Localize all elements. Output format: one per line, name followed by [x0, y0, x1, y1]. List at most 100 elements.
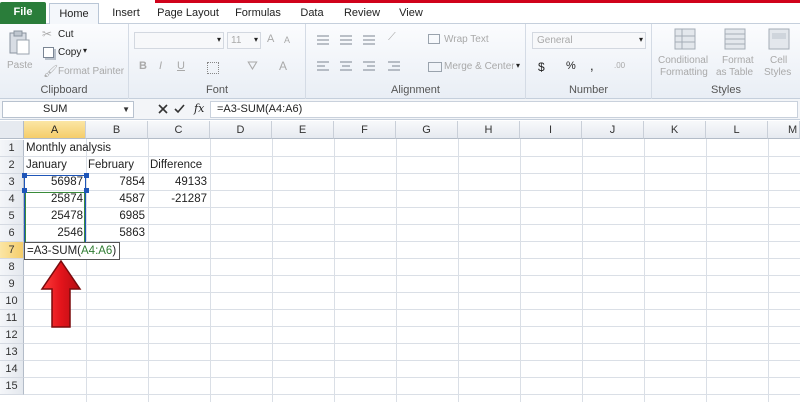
- cell-b5[interactable]: 6985: [86, 208, 148, 225]
- column-header-g[interactable]: G: [396, 121, 458, 139]
- row-header-15[interactable]: 15: [0, 378, 24, 395]
- column-header-c[interactable]: C: [148, 121, 210, 139]
- copy-label: Copy: [58, 47, 82, 58]
- tab-page-layout[interactable]: Page Layout: [153, 3, 223, 24]
- cell-b4[interactable]: 4587: [86, 191, 148, 208]
- row-header-7[interactable]: 7: [0, 242, 24, 259]
- format-painter-button[interactable]: 🖌 Format Painter: [42, 64, 126, 80]
- grow-font-button[interactable]: A: [267, 33, 274, 45]
- font-family-select[interactable]: ▾: [134, 32, 224, 49]
- tab-formulas[interactable]: Formulas: [230, 3, 286, 24]
- currency-button[interactable]: $: [538, 60, 545, 74]
- column-header-b[interactable]: B: [86, 121, 148, 139]
- cell-a2[interactable]: January: [24, 157, 86, 174]
- tab-home[interactable]: Home: [49, 3, 99, 25]
- orientation-icon[interactable]: ⟋: [388, 31, 396, 44]
- font-group: ▾ 11 ▾ A A B I U ⛛ A Font: [129, 24, 306, 99]
- cancel-icon[interactable]: [158, 104, 168, 114]
- row-header-5[interactable]: 5: [0, 208, 24, 225]
- tab-data[interactable]: Data: [295, 3, 329, 24]
- conditional-formatting-button[interactable]: Conditional Formatting: [656, 26, 712, 84]
- paste-button[interactable]: Paste: [4, 28, 34, 76]
- merge-center-button[interactable]: Merge & Center: [444, 61, 515, 72]
- format-as-table-button[interactable]: Format as Table: [714, 26, 758, 84]
- range-handle[interactable]: [84, 173, 89, 178]
- worksheet-grid[interactable]: A B C D E F G H I J K L M 1 2 3 4 5 6 7 …: [0, 121, 800, 402]
- column-header-a[interactable]: A: [24, 121, 86, 139]
- column-header-e[interactable]: E: [272, 121, 334, 139]
- wrap-text-button[interactable]: Wrap Text: [444, 34, 489, 45]
- column-header-m[interactable]: M: [768, 121, 800, 139]
- number-format-select[interactable]: General ▾: [532, 32, 646, 49]
- borders-icon[interactable]: [207, 62, 219, 74]
- cell-b3[interactable]: 7854: [86, 174, 148, 191]
- shrink-font-button[interactable]: A: [284, 35, 290, 45]
- row-header-12[interactable]: 12: [0, 327, 24, 344]
- cell-b2[interactable]: February: [86, 157, 148, 174]
- cell-c3[interactable]: 49133: [148, 174, 210, 191]
- row-header-13[interactable]: 13: [0, 344, 24, 361]
- cell-a1[interactable]: Monthly analysis: [24, 140, 148, 157]
- cell-a7-editor[interactable]: =A3-SUM(A4:A6): [24, 242, 120, 260]
- tab-review[interactable]: Review: [340, 3, 384, 24]
- italic-button[interactable]: I: [159, 60, 162, 72]
- select-all-corner[interactable]: [0, 121, 24, 139]
- increase-decimal-button[interactable]: .00: [614, 61, 625, 70]
- name-box[interactable]: SUM ▼: [2, 101, 134, 118]
- bold-button[interactable]: B: [139, 60, 147, 72]
- range-handle[interactable]: [84, 188, 89, 193]
- row-header-1[interactable]: 1: [0, 140, 24, 157]
- percent-button[interactable]: %: [566, 60, 576, 72]
- comma-button[interactable]: ,: [590, 58, 594, 73]
- insert-function-button[interactable]: fx: [194, 102, 204, 115]
- tab-insert[interactable]: Insert: [104, 3, 148, 24]
- column-header-j[interactable]: J: [582, 121, 644, 139]
- row-header-4[interactable]: 4: [0, 191, 24, 208]
- cell-c4[interactable]: -21287: [148, 191, 210, 208]
- cell-c2[interactable]: Difference: [148, 157, 210, 174]
- cell-b6[interactable]: 5863: [86, 225, 148, 242]
- align-left-icon[interactable]: [316, 60, 416, 72]
- column-header-k[interactable]: K: [644, 121, 706, 139]
- tab-file[interactable]: File: [0, 2, 46, 24]
- column-header-h[interactable]: H: [458, 121, 520, 139]
- font-size-select[interactable]: 11 ▾: [227, 32, 261, 49]
- row-header-8[interactable]: 8: [0, 259, 24, 276]
- column-header-f[interactable]: F: [334, 121, 396, 139]
- row-header-10[interactable]: 10: [0, 293, 24, 310]
- styles-group-label: Styles: [711, 84, 741, 96]
- alignment-group-label: Alignment: [391, 84, 440, 96]
- ribbon: Paste ✂ Cut Copy ▾ 🖌 Format Painter Clip…: [0, 24, 800, 99]
- formula-input[interactable]: =A3-SUM(A4:A6): [210, 101, 798, 118]
- row-header-6[interactable]: 6: [0, 225, 24, 242]
- formula-range: A4:A6: [81, 245, 113, 257]
- chevron-down-icon[interactable]: ▼: [122, 102, 130, 117]
- column-header-i[interactable]: I: [520, 121, 582, 139]
- chevron-down-icon[interactable]: ▾: [516, 61, 520, 70]
- row-header-11[interactable]: 11: [0, 310, 24, 327]
- chevron-down-icon: ▾: [638, 35, 643, 44]
- underline-button[interactable]: U: [177, 60, 185, 72]
- fill-color-icon[interactable]: ⛛: [247, 58, 258, 74]
- conditional-formatting-icon: [674, 28, 696, 50]
- enter-check-icon[interactable]: [174, 104, 185, 114]
- copy-button[interactable]: Copy ▾: [42, 45, 92, 61]
- cut-button[interactable]: ✂ Cut: [42, 27, 92, 43]
- format-table-icon: [724, 28, 746, 50]
- gridline: [644, 139, 645, 402]
- gridline: [272, 139, 273, 402]
- column-header-d[interactable]: D: [210, 121, 272, 139]
- name-box-value: SUM: [43, 103, 68, 115]
- tab-view[interactable]: View: [394, 3, 428, 24]
- paste-label: Paste: [7, 60, 33, 71]
- cell-styles-button[interactable]: Cell Styles: [760, 26, 798, 84]
- row-header-9[interactable]: 9: [0, 276, 24, 293]
- font-color-button[interactable]: A: [279, 59, 287, 73]
- copy-dropdown-icon[interactable]: ▾: [83, 46, 87, 55]
- row-header-3[interactable]: 3: [0, 174, 24, 191]
- row-header-14[interactable]: 14: [0, 361, 24, 378]
- range-handle[interactable]: [22, 173, 27, 178]
- column-header-l[interactable]: L: [706, 121, 768, 139]
- row-header-2[interactable]: 2: [0, 157, 24, 174]
- range-handle[interactable]: [22, 188, 27, 193]
